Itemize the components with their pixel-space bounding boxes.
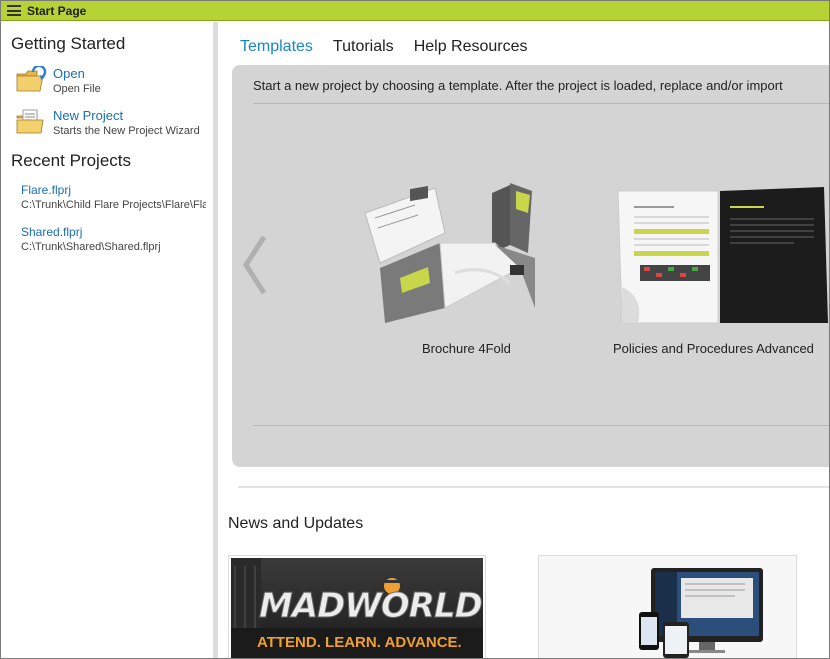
news-card-madworld[interactable]: MADWORLD ATTEND. LEARN. ADVANCE. bbox=[228, 555, 486, 658]
tab-templates[interactable]: Templates bbox=[240, 38, 313, 56]
recent-project-path: C:\Trunk\Child Flare Projects\Flare\Flar… bbox=[21, 199, 206, 211]
recent-projects-heading: Recent Projects bbox=[11, 151, 131, 170]
brochure-template-thumbnail[interactable] bbox=[360, 183, 540, 328]
new-project-link[interactable]: New Project bbox=[53, 108, 200, 124]
recent-project-item[interactable]: Flare.flprj C:\Trunk\Child Flare Project… bbox=[21, 182, 206, 212]
news-card-devices[interactable] bbox=[538, 555, 797, 658]
recent-project-name[interactable]: Shared.flprj bbox=[21, 224, 206, 240]
open-link[interactable]: Open bbox=[53, 66, 101, 82]
templates-intro-text: Start a new project by choosing a templa… bbox=[253, 78, 783, 93]
tab-help-resources[interactable]: Help Resources bbox=[414, 38, 528, 56]
new-project-description: Starts the New Project Wizard bbox=[53, 125, 200, 137]
recent-project-path: C:\Trunk\Shared\Shared.flprj bbox=[21, 241, 161, 253]
window-title: Start Page bbox=[27, 3, 87, 18]
template-label[interactable]: Policies and Procedures Advanced bbox=[613, 341, 814, 356]
recent-project-item[interactable]: Shared.flprj C:\Trunk\Shared\Shared.flpr… bbox=[21, 224, 206, 254]
chevron-left-icon[interactable] bbox=[240, 233, 270, 297]
madworld-title: MADWORLD bbox=[259, 586, 484, 627]
start-page-window: Start Page Getting Started Open Open Fil… bbox=[0, 0, 830, 659]
open-folder-icon bbox=[15, 64, 47, 94]
panel-divider-bottom bbox=[253, 425, 829, 426]
getting-started-heading: Getting Started bbox=[11, 34, 126, 53]
open-description: Open File bbox=[53, 83, 101, 95]
menu-icon[interactable] bbox=[7, 5, 21, 16]
tab-tutorials[interactable]: Tutorials bbox=[333, 38, 394, 56]
news-heading: News and Updates bbox=[228, 515, 364, 532]
section-divider bbox=[238, 486, 829, 488]
templates-panel: Start a new project by choosing a templa… bbox=[232, 65, 829, 467]
new-project-action[interactable]: New Project Starts the New Project Wizar… bbox=[15, 108, 200, 138]
sidebar: Getting Started Open Open File New Proje… bbox=[1, 22, 213, 658]
madworld-tagline: ATTEND. LEARN. ADVANCE. bbox=[257, 634, 462, 651]
template-label[interactable]: Brochure 4Fold bbox=[422, 341, 511, 356]
recent-project-name[interactable]: Flare.flprj bbox=[21, 182, 206, 198]
policies-template-thumbnail[interactable] bbox=[614, 187, 829, 327]
open-action[interactable]: Open Open File bbox=[15, 64, 101, 96]
title-bar: Start Page bbox=[1, 1, 829, 21]
new-project-folder-icon bbox=[15, 108, 47, 136]
panel-divider-top bbox=[253, 103, 829, 104]
responsive-devices-image bbox=[539, 556, 796, 658]
tab-strip: Templates Tutorials Help Resources bbox=[240, 38, 528, 56]
main-content: Templates Tutorials Help Resources Start… bbox=[218, 22, 829, 658]
